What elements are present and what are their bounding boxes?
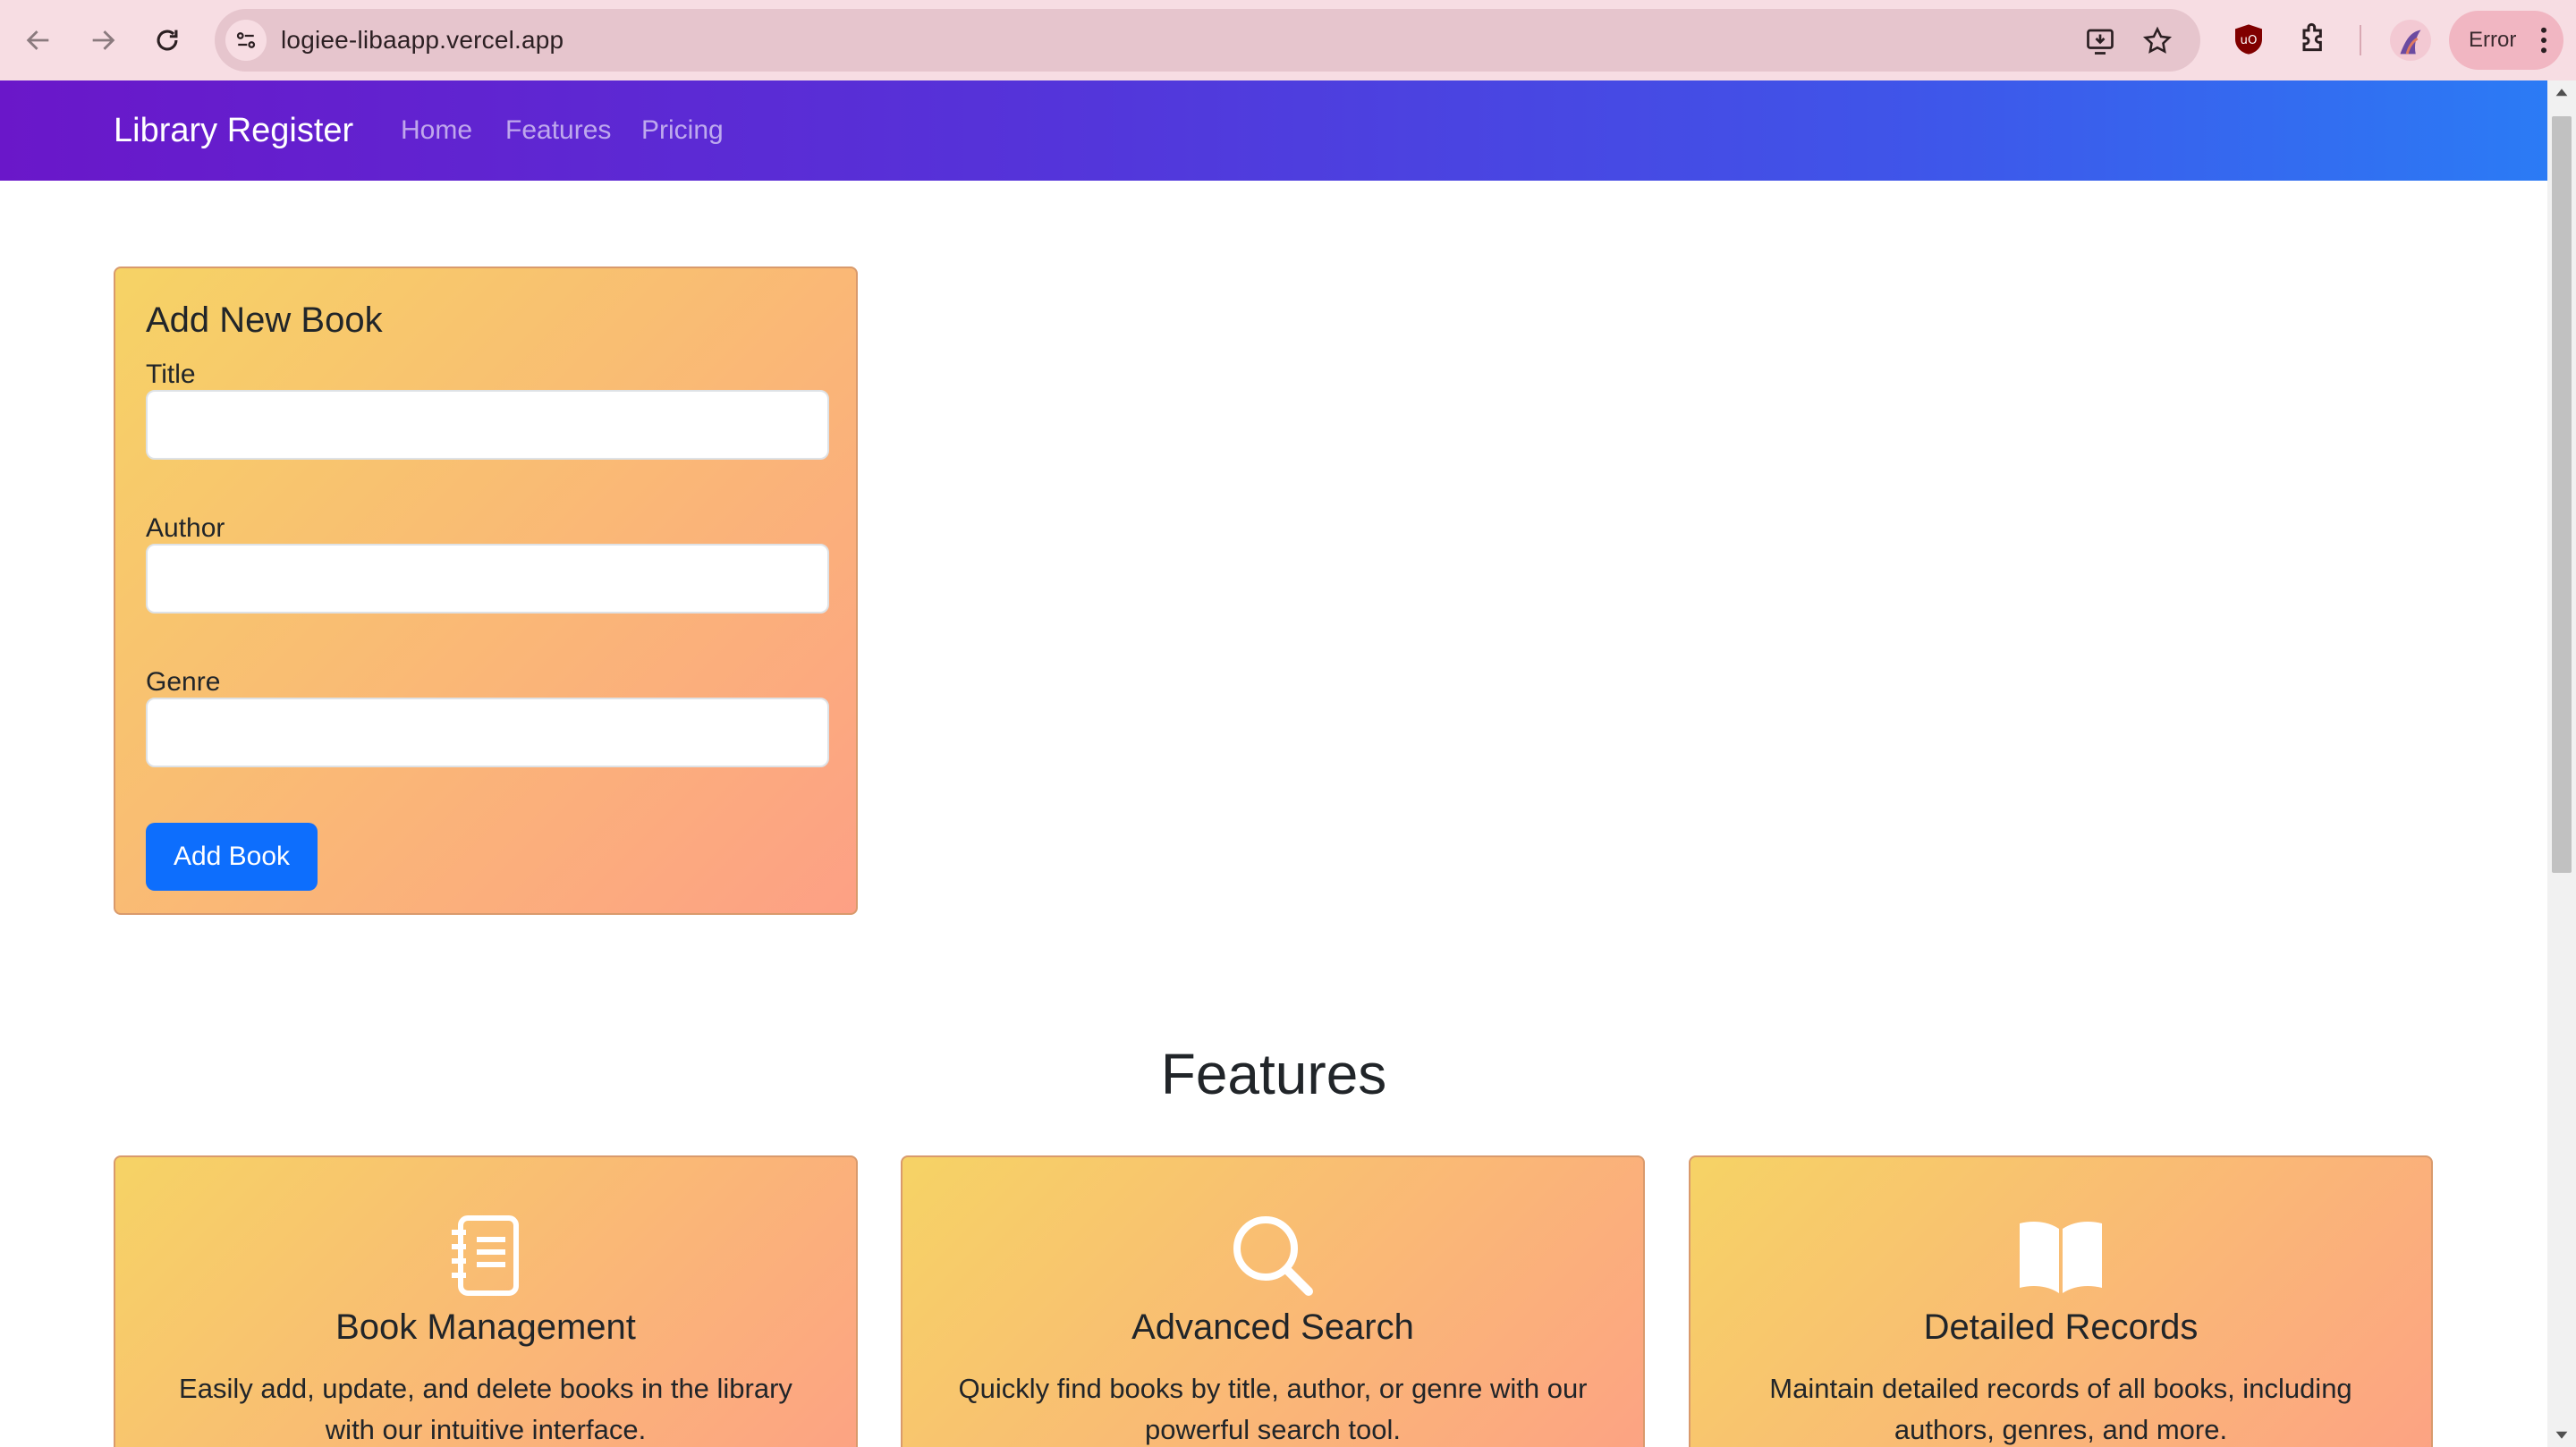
profile-avatar[interactable]	[2390, 20, 2431, 61]
toolbar-divider	[2360, 25, 2361, 55]
book-icon	[2020, 1222, 2102, 1293]
nav-link-features[interactable]: Features	[505, 80, 611, 181]
journal-icon	[452, 1215, 519, 1296]
title-label: Title	[146, 360, 196, 389]
features-heading: Features	[1160, 1042, 1387, 1106]
add-book-card: Add New Book Title Author Genre Add Book	[114, 267, 858, 915]
genre-input[interactable]	[146, 698, 829, 767]
profile-error-button[interactable]: Error	[2449, 11, 2563, 70]
add-book-button[interactable]: Add Book	[146, 823, 318, 891]
search-icon	[1233, 1216, 1313, 1296]
scroll-down-icon[interactable]	[2555, 1427, 2569, 1442]
page-scrollbar[interactable]	[2547, 80, 2576, 1447]
bookmark-star-icon[interactable]	[2141, 25, 2174, 57]
feature-description: Easily add, update, and delete books in …	[179, 1373, 792, 1445]
author-label: Author	[146, 513, 225, 543]
back-button[interactable]	[18, 20, 59, 61]
scroll-thumb[interactable]	[2552, 116, 2572, 873]
feature-title: Book Management	[335, 1307, 636, 1347]
browser-toolbar: logiee-libaapp.vercel.app uO Error	[0, 0, 2576, 80]
more-menu-icon[interactable]	[2540, 27, 2547, 54]
feature-title: Advanced Search	[1131, 1307, 1414, 1347]
reload-icon	[157, 30, 178, 51]
form-title: Add New Book	[146, 300, 383, 340]
author-input[interactable]	[146, 544, 829, 613]
feature-card-book-management: Book Management Easily add, update, and …	[114, 1155, 858, 1447]
nav-link-pricing[interactable]: Pricing	[641, 80, 724, 181]
install-app-icon[interactable]	[2084, 25, 2116, 57]
title-input[interactable]	[146, 390, 829, 460]
feature-description: Quickly find books by title, author, or …	[958, 1373, 1588, 1445]
scroll-up-icon[interactable]	[2555, 86, 2569, 100]
ublock-icon[interactable]: uO	[2231, 21, 2267, 57]
navbar: Library Register Home Features Pricing	[0, 80, 2547, 181]
profile-error-label: Error	[2469, 28, 2517, 52]
forward-button[interactable]	[82, 20, 123, 61]
url-text[interactable]: logiee-libaapp.vercel.app	[281, 9, 564, 72]
feature-title: Detailed Records	[1923, 1307, 2199, 1347]
forward-icon	[92, 30, 115, 50]
reload-button[interactable]	[147, 20, 188, 61]
address-bar[interactable]: logiee-libaapp.vercel.app	[215, 9, 2200, 72]
feature-card-detailed-records: Detailed Records Maintain detailed recor…	[1689, 1155, 2433, 1447]
feature-description: Maintain detailed records of all books, …	[1769, 1373, 2352, 1445]
page-viewport: Library Register Home Features Pricing A…	[0, 80, 2547, 1447]
nav-link-home[interactable]: Home	[401, 80, 472, 181]
svg-text:uO: uO	[2241, 34, 2258, 47]
site-settings-icon[interactable]	[225, 20, 267, 61]
back-icon	[26, 30, 49, 50]
genre-label: Genre	[146, 667, 221, 697]
feature-card-advanced-search: Advanced Search Quickly find books by ti…	[901, 1155, 1645, 1447]
extensions-icon[interactable]	[2295, 21, 2331, 57]
navbar-brand[interactable]: Library Register	[114, 80, 353, 181]
